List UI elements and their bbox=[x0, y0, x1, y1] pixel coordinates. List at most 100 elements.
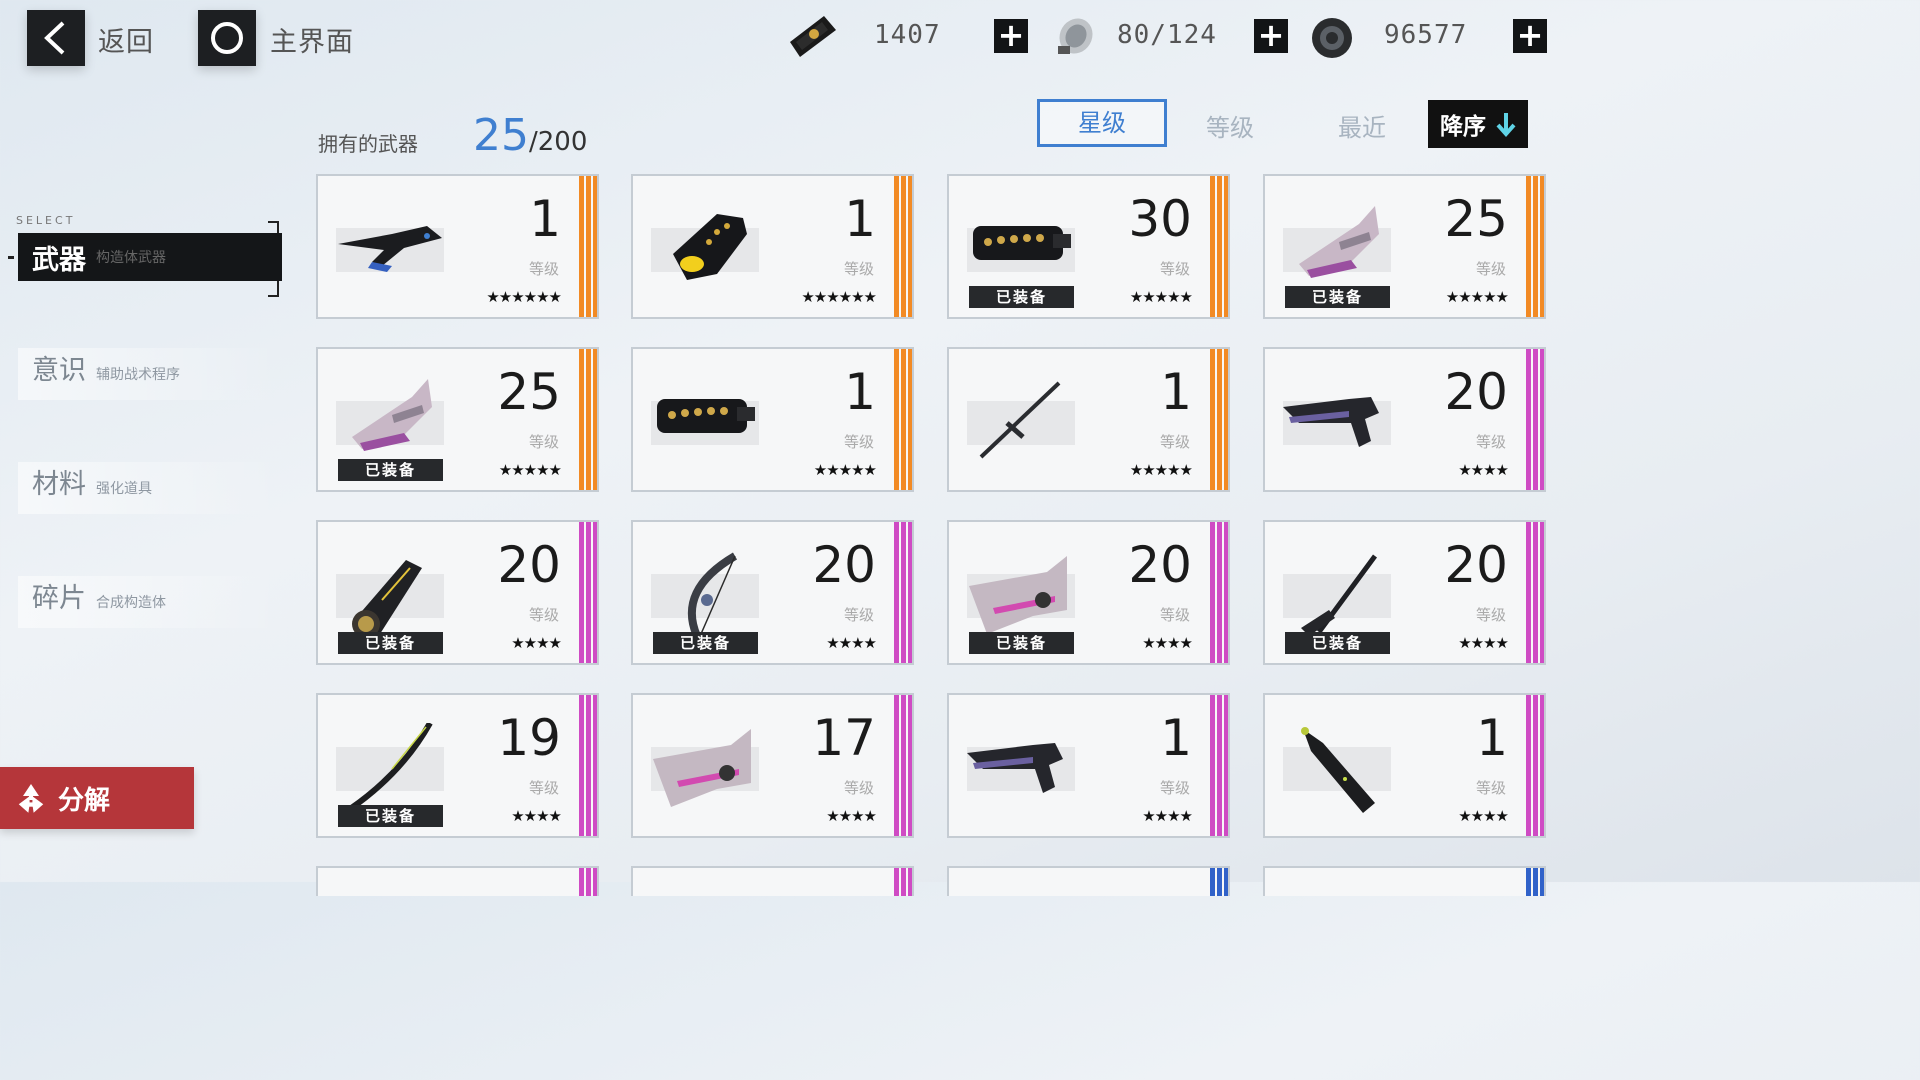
weapon-card[interactable]: 20 等级 ★★★★ 已装备 bbox=[1263, 520, 1546, 665]
back-button[interactable] bbox=[27, 10, 85, 66]
menu-item-fragments[interactable]: 碎片 合成构造体 bbox=[18, 576, 282, 628]
launcher-icon bbox=[352, 560, 422, 638]
sort-recent-tab[interactable]: 最近 bbox=[1302, 108, 1422, 143]
weapon-level-label: 等级 bbox=[1475, 779, 1506, 797]
weapon-stars: ★★★★ bbox=[511, 634, 562, 652]
weapon-card[interactable]: 1 等级 ★★★★★ bbox=[631, 347, 914, 492]
weapon-level-label: 等级 bbox=[843, 260, 874, 278]
add-card-currency-button[interactable]: + bbox=[994, 19, 1028, 53]
weapon-card[interactable]: 25 等级 ★★★★★ 已装备 bbox=[316, 347, 599, 492]
weapon-level: 20 bbox=[1444, 536, 1508, 594]
weapon-level: 1 bbox=[844, 190, 876, 248]
home-button[interactable] bbox=[198, 10, 256, 66]
weapon-stars: ★★★★ bbox=[1142, 634, 1193, 652]
owned-weapons-count: 25/200 bbox=[473, 110, 587, 161]
equipped-badge: 已装备 bbox=[969, 632, 1074, 654]
arrow-down-icon bbox=[1496, 113, 1516, 137]
weapon-stars: ★★★★★★ bbox=[486, 288, 562, 306]
sword-icon bbox=[979, 381, 1061, 459]
menu-item-materials[interactable]: 材料 强化道具 bbox=[18, 462, 282, 514]
weapon-stars: ★★★★ bbox=[1142, 807, 1193, 825]
weapon-card[interactable]: 19 等级 ★★★★ 已装备 bbox=[316, 693, 599, 838]
sort-order-button[interactable]: 降序 bbox=[1428, 100, 1528, 148]
bow-icon bbox=[687, 552, 738, 638]
rarity-stripe bbox=[1210, 868, 1228, 896]
dismantle-button[interactable]: 分解 bbox=[0, 767, 194, 829]
weapon-card[interactable]: 1 等级 ★★★★★ bbox=[947, 347, 1230, 492]
sort-level-tab[interactable]: 等级 bbox=[1170, 108, 1290, 143]
back-label[interactable]: 返回 bbox=[98, 20, 154, 59]
weapon-stars: ★★★★ bbox=[1458, 461, 1509, 479]
weapon-level-label: 等级 bbox=[1475, 260, 1506, 278]
weapon-card[interactable]: 1 等级 ★★★★ bbox=[947, 693, 1230, 838]
rarity-stripe bbox=[1526, 522, 1544, 663]
weapon-stars: ★★★★ bbox=[1458, 634, 1509, 652]
sort-star-tab[interactable]: 星级 bbox=[1037, 99, 1167, 147]
rarity-stripe bbox=[894, 868, 912, 896]
weapon-level-label: 等级 bbox=[843, 779, 874, 797]
blade-gun-icon bbox=[338, 226, 442, 272]
menu-weapons-title: 武器 bbox=[32, 244, 86, 276]
rarity-stripe bbox=[1526, 176, 1544, 317]
select-label: SELECT bbox=[16, 214, 76, 227]
weapon-card[interactable]: 20 等级 ★★★★ 已装备 bbox=[631, 520, 914, 665]
weapon-card[interactable] bbox=[316, 866, 599, 896]
add-coin-button[interactable]: + bbox=[1513, 19, 1547, 53]
weapon-level-label: 等级 bbox=[1475, 606, 1506, 624]
weapon-level-label: 等级 bbox=[843, 606, 874, 624]
weapon-stars: ★★★★★ bbox=[498, 461, 562, 479]
weapon-card[interactable]: 1 等级 ★★★★★★ bbox=[316, 174, 599, 319]
rarity-stripe bbox=[579, 349, 597, 490]
weapon-level-label: 等级 bbox=[1159, 779, 1190, 797]
rarity-stripe bbox=[579, 176, 597, 317]
gatling-icon bbox=[973, 226, 1071, 260]
owned-weapons-label: 拥有的武器 bbox=[318, 132, 418, 156]
dismantle-label: 分解 bbox=[58, 785, 111, 816]
menu-memory-title: 意识 bbox=[32, 355, 86, 386]
home-label[interactable]: 主界面 bbox=[270, 20, 354, 59]
home-circle-icon bbox=[211, 22, 243, 54]
weapon-level-label: 等级 bbox=[843, 433, 874, 451]
weapon-card[interactable]: 1 等级 ★★★★ bbox=[1263, 693, 1546, 838]
weapon-card[interactable]: 20 等级 ★★★★ bbox=[1263, 347, 1546, 492]
weapon-card[interactable]: 1 等级 ★★★★★★ bbox=[631, 174, 914, 319]
card-currency-icon bbox=[790, 16, 836, 57]
weapon-stars: ★★★★★★ bbox=[801, 288, 877, 306]
weapon-stars: ★★★★★ bbox=[813, 461, 877, 479]
add-stamina-button[interactable]: + bbox=[1254, 19, 1288, 53]
rarity-stripe bbox=[579, 868, 597, 896]
rarity-stripe bbox=[579, 522, 597, 663]
weapon-level: 25 bbox=[1444, 190, 1508, 248]
mecha-cannon-icon bbox=[1299, 206, 1379, 278]
weapon-level: 1 bbox=[844, 363, 876, 421]
weapon-card[interactable]: 20 等级 ★★★★ 已装备 bbox=[947, 520, 1230, 665]
pistol-icon bbox=[1283, 397, 1379, 447]
equipped-badge: 已装备 bbox=[969, 286, 1074, 308]
weapon-level: 25 bbox=[497, 363, 561, 421]
owned-count: 25 bbox=[473, 110, 529, 161]
weapon-card[interactable]: 20 等级 ★★★★ 已装备 bbox=[316, 520, 599, 665]
weapon-stars: ★★★★ bbox=[826, 807, 877, 825]
weapon-card[interactable]: 17 等级 ★★★★ bbox=[631, 693, 914, 838]
rarity-stripe bbox=[894, 176, 912, 317]
weapon-card[interactable] bbox=[631, 866, 914, 896]
weapon-stars: ★★★★ bbox=[1458, 807, 1509, 825]
rarity-stripe bbox=[1526, 868, 1544, 896]
chevron-left-icon bbox=[44, 21, 65, 55]
heavy-cannon-icon bbox=[969, 556, 1067, 634]
weapon-card[interactable] bbox=[947, 866, 1230, 896]
weapon-card[interactable]: 25 等级 ★★★★★ 已装备 bbox=[1263, 174, 1546, 319]
menu-item-memory[interactable]: 意识 辅助战术程序 bbox=[18, 348, 282, 400]
equipped-badge: 已装备 bbox=[1285, 632, 1390, 654]
weapon-card[interactable]: 30 等级 ★★★★★ 已装备 bbox=[947, 174, 1230, 319]
rarity-stripe bbox=[1526, 695, 1544, 836]
weapon-level-label: 等级 bbox=[528, 779, 559, 797]
recycle-icon bbox=[18, 784, 44, 813]
weapon-card[interactable] bbox=[1263, 866, 1546, 896]
weapon-level: 19 bbox=[497, 709, 561, 767]
weapon-level: 1 bbox=[529, 190, 561, 248]
weapon-level: 20 bbox=[1128, 536, 1192, 594]
rifle-icon bbox=[1301, 554, 1378, 636]
menu-item-weapons[interactable]: 武器 构造体武器 bbox=[18, 233, 282, 281]
mecha-cannon-icon bbox=[352, 379, 432, 451]
